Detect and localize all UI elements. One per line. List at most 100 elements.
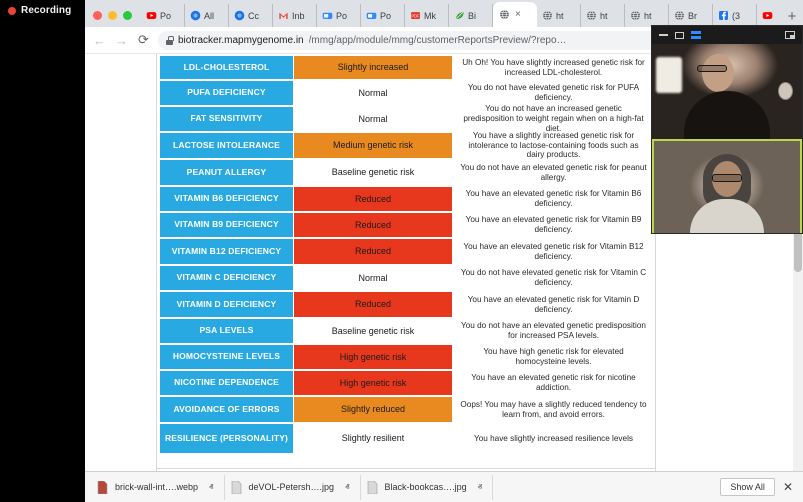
chevron-up-icon[interactable]: ⱏ: [478, 482, 482, 493]
trait-name-cell: AVOIDANCE OF ERRORS: [160, 397, 293, 422]
trait-name-cell: FAT SENSITIVITY: [160, 107, 293, 131]
zoom-icon: [322, 12, 333, 19]
tab-label: All: [204, 10, 215, 21]
trait-name-cell: PEANUT ALLERGY: [160, 160, 293, 185]
result-cell: High genetic risk: [294, 371, 452, 395]
video-call-window[interactable]: [651, 25, 803, 234]
downloads-bar: brick-wall-int….webp ⱏ deVOL-Petersh….jpg ⱏ…: [85, 471, 803, 502]
trait-name-cell: NICOTINE DEPENDENCE: [160, 371, 293, 395]
interpretation-cell: You have high genetic risk for elevated …: [483, 347, 624, 366]
close-tab-icon[interactable]: ×: [515, 9, 521, 20]
jpg-file-icon: [367, 480, 377, 494]
leaf-icon: [456, 12, 464, 19]
download-file-name: Black-bookcas….jpg: [384, 482, 467, 492]
tab-label: Po: [160, 10, 172, 21]
download-file-name: brick-wall-int….webp: [115, 482, 199, 492]
interpretation-cell: Uh Oh! You have slightly increased genet…: [462, 57, 645, 77]
interpretation-cell: You do not have an elevated genetic risk…: [460, 162, 647, 182]
browser-tab[interactable]: Br: [669, 4, 713, 27]
zoom-window-button[interactable]: [123, 11, 132, 20]
tab-label: ht: [644, 10, 652, 21]
browser-tab-active[interactable]: ×: [493, 2, 537, 27]
globe-icon: [675, 10, 684, 21]
show-all-downloads-button[interactable]: Show All: [720, 478, 775, 496]
reload-button[interactable]: ⟳: [136, 32, 151, 48]
tab-label: ht: [600, 10, 608, 21]
jpg-file-icon: [231, 480, 241, 494]
interpretation-cell: Oops! You may have a slightly reduced te…: [460, 399, 647, 419]
trait-name-column: LDL-CHOLESTEROL PUFA DEFICIENCY FAT SENSIT…: [157, 54, 294, 468]
minimize-window-button[interactable]: [108, 11, 117, 20]
browser-tab[interactable]: ht: [625, 4, 669, 27]
result-cell: Slightly reduced: [294, 397, 452, 422]
browser-tab[interactable]: Po: [361, 4, 405, 27]
interpretation-cell: You do not have elevated genetic risk fo…: [467, 83, 640, 102]
svg-text:PDF: PDF: [411, 13, 420, 18]
download-item[interactable]: brick-wall-int….webp ⱏ: [91, 474, 225, 500]
screen: Recording Po All Cc Inb Po Po PDF Mk Bi × ht ht ht Br…: [0, 0, 803, 502]
participant-video-bottom[interactable]: [652, 139, 802, 233]
tab-label: Po: [380, 10, 392, 21]
glasses: [697, 64, 727, 72]
interpretation-cell: You have an elevated genetic risk for Vi…: [465, 215, 642, 234]
browser-tab[interactable]: Po: [317, 4, 361, 27]
tab-label: (3: [732, 10, 741, 21]
download-item[interactable]: deVOL-Petersh….jpg ⱏ: [225, 474, 361, 500]
trait-name-cell: VITAMIN B12 DEFICIENCY: [160, 239, 293, 264]
globe-icon: [543, 10, 552, 21]
video-call-titlebar: [652, 26, 802, 44]
tab-label: Bi: [468, 10, 477, 21]
forward-button[interactable]: →: [114, 33, 129, 48]
tab-label: Po: [336, 10, 348, 21]
browser-tab[interactable]: Vi: [757, 4, 776, 27]
browser-tab[interactable]: All: [185, 4, 229, 27]
interpretation-cell: You do not have elevated genetic risk fo…: [460, 268, 647, 287]
zoom-icon: [366, 12, 377, 19]
result-cell: High genetic risk: [294, 345, 452, 369]
download-file-name: deVOL-Petersh….jpg: [248, 482, 335, 492]
result-column: Slightly increased Normal Normal Medium gen…: [294, 54, 452, 468]
chevron-up-icon[interactable]: ⱏ: [209, 482, 213, 493]
minimize-icon[interactable]: [659, 34, 668, 36]
trait-name-cell: PSA LEVELS: [160, 319, 293, 343]
browser-tab[interactable]: Inb: [273, 4, 317, 27]
browser-tab[interactable]: Po: [141, 4, 185, 27]
back-button[interactable]: ←: [92, 33, 107, 48]
gallery-view-icon[interactable]: [691, 31, 701, 39]
tab-label: Br: [688, 10, 697, 21]
maximize-icon[interactable]: [675, 31, 684, 39]
result-cell: Normal: [294, 266, 452, 290]
result-cell: Reduced: [294, 239, 452, 264]
result-cell: Normal: [294, 81, 452, 105]
result-cell: Slightly resilient: [294, 424, 452, 453]
interpretation-cell: You have slightly increased resilience l…: [474, 433, 633, 443]
interpretation-cell: You have an elevated genetic risk for Vi…: [463, 241, 644, 261]
chevron-up-icon[interactable]: ⱏ: [345, 482, 349, 493]
download-item[interactable]: Black-bookcas….jpg ⱏ: [361, 474, 494, 500]
browser-tab[interactable]: ht: [581, 4, 625, 27]
interpretation-cell: You have an elevated genetic risk for Vi…: [465, 189, 642, 208]
window-traffic-lights[interactable]: [89, 11, 141, 27]
close-window-button[interactable]: [93, 11, 102, 20]
trait-name-cell: PUFA DEFICIENCY: [160, 81, 293, 105]
browser-tab[interactable]: Bi: [449, 4, 493, 27]
participant-video-top[interactable]: [652, 44, 802, 139]
browser-tab[interactable]: ht: [537, 4, 581, 27]
trait-name-cell: VITAMIN C DEFICIENCY: [160, 266, 293, 290]
interpretation-cell: You have an elevated genetic risk for Vi…: [467, 294, 640, 314]
result-cell: Baseline genetic risk: [294, 160, 452, 185]
trait-name-cell: VITAMIN D DEFICIENCY: [160, 292, 293, 317]
browser-tab[interactable]: PDF Mk: [405, 4, 449, 27]
result-cell: Normal: [294, 107, 452, 131]
address-bar[interactable]: biotracker.mapmygenome.in /mmg/app/modul…: [158, 30, 733, 50]
picture-in-picture-icon[interactable]: [785, 31, 795, 39]
browser-tab[interactable]: Cc: [229, 4, 273, 27]
result-cell: Slightly increased: [294, 56, 452, 79]
browser-tab[interactable]: (3: [713, 4, 757, 27]
trait-name-cell: HOMOCYSTEINE LEVELS: [160, 345, 293, 369]
chrome-circle-icon: [234, 10, 245, 21]
youtube-icon: [146, 12, 157, 19]
new-tab-button[interactable]: +: [781, 5, 803, 27]
globe-icon: [631, 10, 640, 21]
close-downloads-bar-button[interactable]: ✕: [783, 480, 797, 494]
